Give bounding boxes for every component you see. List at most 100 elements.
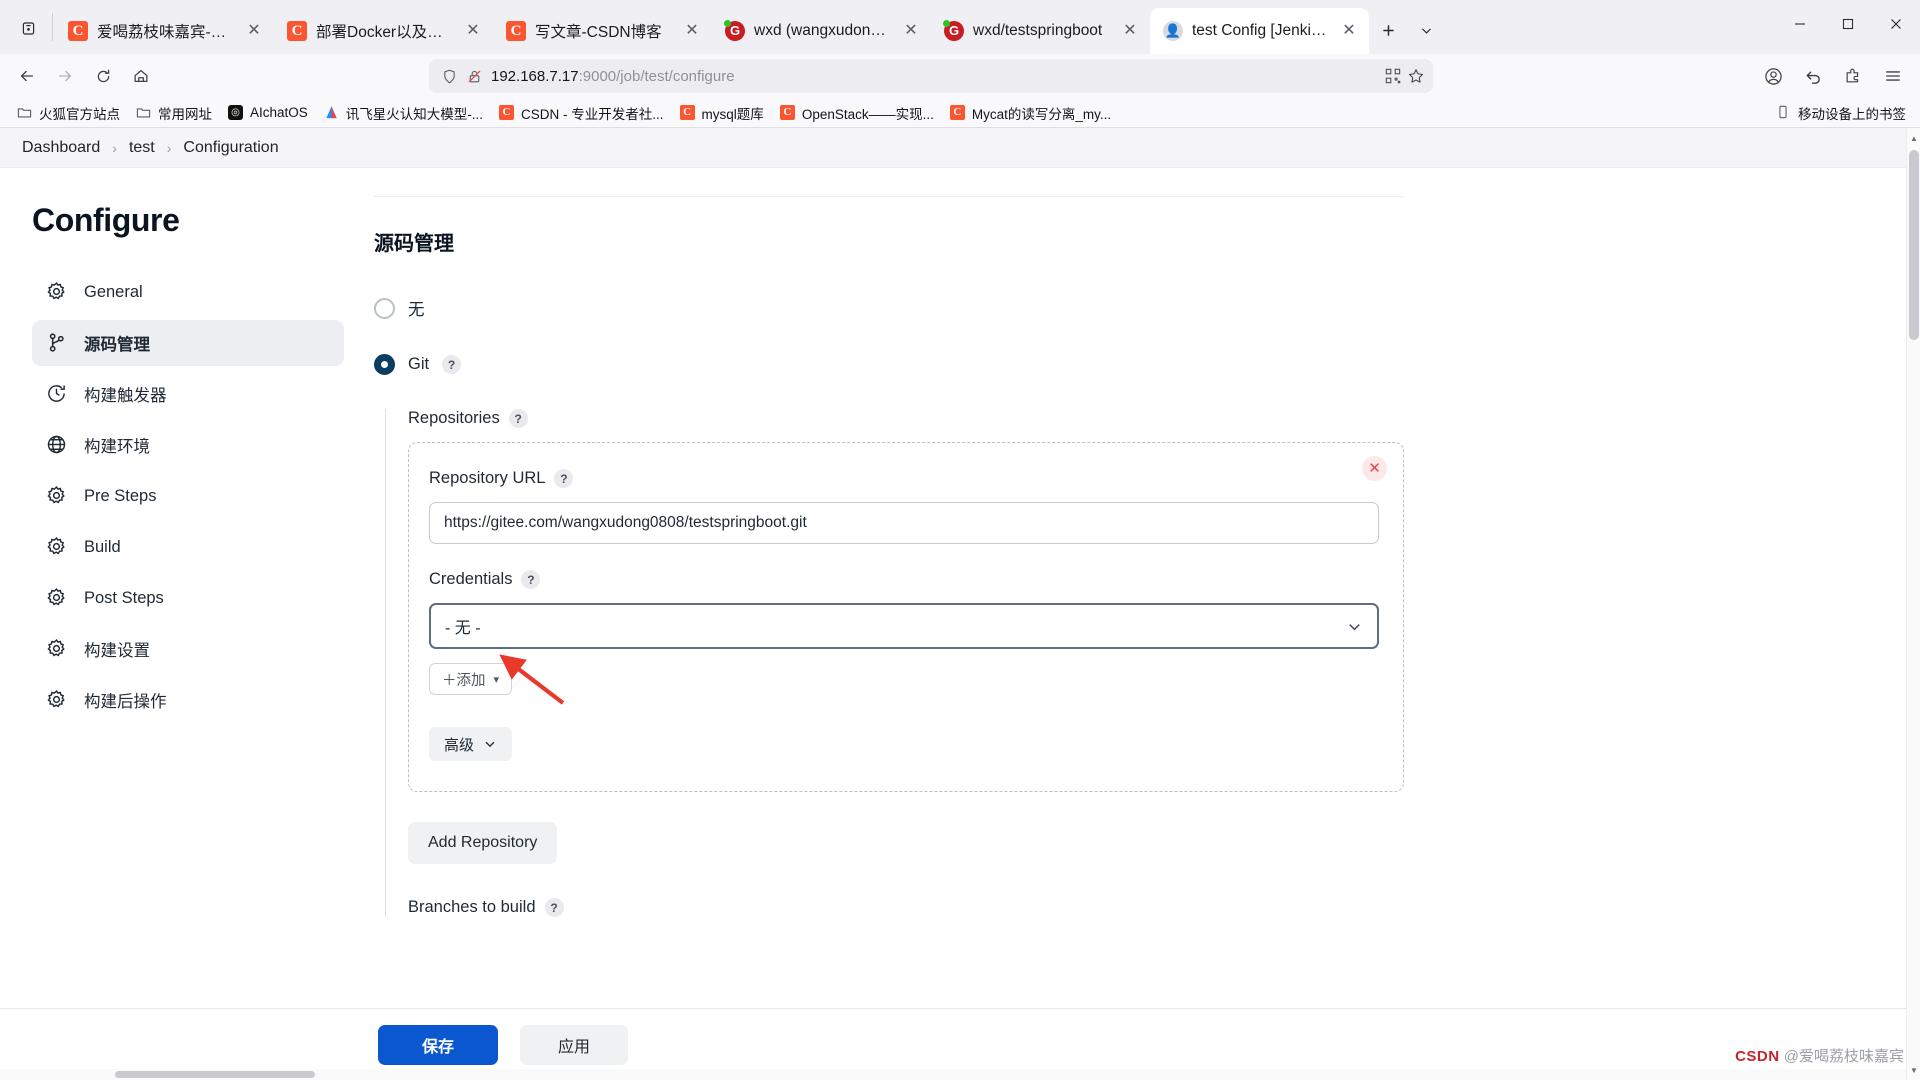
sidebar-item-scm[interactable]: 源码管理 [32,320,344,366]
help-icon[interactable]: ? [554,469,574,488]
browser-tab[interactable]: G wxd (wangxudong0808) - ✕ [712,8,931,54]
close-icon[interactable]: ✕ [900,20,922,42]
help-icon[interactable]: ? [508,409,528,428]
tab-title: 爱喝荔枝味嘉宾-CSDN博客 [97,24,234,41]
save-button[interactable]: 保存 [378,1024,499,1065]
bookmark-item[interactable]: C OpenStack——实现... [773,99,941,127]
bookmark-star-icon[interactable] [1407,67,1425,85]
scroll-down-arrow-icon[interactable]: ▼ [1907,1062,1920,1078]
caret-down-icon: ▾ [493,673,500,686]
forward-button[interactable] [47,58,83,94]
breadcrumb-dashboard[interactable]: Dashboard [22,139,100,157]
csdn-icon: C [779,104,796,121]
scroll-up-arrow-icon[interactable]: ▲ [1907,130,1920,146]
sidebar-item-label: 构建环境 [84,438,150,456]
bookmark-item[interactable]: C mysql题库 [673,99,771,127]
close-icon[interactable]: ✕ [1119,20,1141,42]
radio-button-selected[interactable] [374,354,395,375]
breadcrumb-test[interactable]: test [129,139,155,157]
horizontal-scrollbar[interactable] [0,1069,1920,1080]
browser-tab[interactable]: C 写文章-CSDN博客 ✕ [493,8,712,54]
sidebar-item-pre-steps[interactable]: Pre Steps [32,473,344,519]
list-all-tabs-button[interactable] [6,8,50,48]
tab-title: wxd/testspringboot [973,22,1103,39]
sidebar-item-post-build-actions[interactable]: 构建后操作 [32,677,344,723]
address-bar[interactable]: 192.168.7.17:9000/job/test/configure [429,59,1433,93]
gear-icon [46,536,68,558]
bookmark-label: OpenStack——实现... [801,106,934,122]
undo-icon[interactable] [1795,58,1831,94]
new-tab-button[interactable] [1369,11,1407,49]
close-icon[interactable]: ✕ [681,20,703,42]
help-icon[interactable]: ? [442,355,462,374]
sidebar-item-build-settings[interactable]: 构建设置 [32,626,344,672]
bookmark-item[interactable]: 讯飞星火认知大模型-... [317,99,490,127]
repository-url-input[interactable] [429,502,1379,544]
clock-icon [46,383,68,405]
home-button[interactable] [123,58,159,94]
tab-menu-chevron-down-icon[interactable] [1407,11,1445,49]
reload-button[interactable] [85,58,121,94]
delete-repository-button[interactable]: ✕ [1362,456,1387,481]
horizontal-scrollbar-thumb[interactable] [115,1071,315,1078]
jenkins-icon: 👤 [1163,21,1183,41]
sidebar-item-build-triggers[interactable]: 构建触发器 [32,371,344,417]
vertical-scrollbar[interactable]: ▲ ▼ [1906,128,1920,1080]
sidebar-item-build[interactable]: Build [32,524,344,570]
apply-button[interactable]: 应用 [520,1024,629,1065]
sidebar-item-label: 源码管理 [84,336,150,354]
browser-tab[interactable]: G wxd/testspringboot ✕ [931,8,1150,54]
mobile-bookmarks-item[interactable]: 移动设备上的书签 [1769,99,1910,127]
source-branch-icon [46,332,68,354]
sidebar-item-build-environment[interactable]: 构建环境 [32,422,344,468]
bookmark-item[interactable]: ◎ AIchatOS [221,101,315,125]
back-button[interactable] [9,58,45,94]
repositories-label-row: Repositories ? [408,409,1404,428]
bookmark-label: CSDN - 专业开发者社... [521,106,664,122]
browser-tab-active[interactable]: 👤 test Config [Jenkins] ✕ [1150,8,1369,54]
gear-icon [46,638,68,660]
vertical-scrollbar-thumb[interactable] [1909,150,1919,340]
tab-title: 写文章-CSDN博客 [535,24,662,41]
add-repository-button[interactable]: Add Repository [408,822,558,864]
browser-tab[interactable]: C 爱喝荔枝味嘉宾-CSDN博客 ✕ [55,8,274,54]
bookmark-label: Mycat的读写分离_my... [971,106,1112,122]
maximize-button[interactable] [1824,0,1872,48]
bookmark-item[interactable]: 火狐官方站点 [10,99,127,127]
minimize-button[interactable] [1776,0,1824,48]
scm-option-none[interactable]: 无 [374,296,1404,320]
account-icon[interactable] [1755,58,1791,94]
help-icon[interactable]: ? [544,898,564,917]
advanced-button[interactable]: 高级 [429,727,513,761]
chevron-down-icon [483,737,497,751]
close-icon[interactable]: ✕ [243,20,265,42]
configure-content: 源码管理 无 Git ? Repositories ? ✕ Repository… [362,168,1920,1080]
qrcode-icon[interactable] [1385,68,1401,84]
add-credentials-button[interactable]: ＋添加 ▾ [429,663,513,695]
sidebar-item-post-steps[interactable]: Post Steps [32,575,344,621]
bookmark-item[interactable]: 常用网址 [129,99,219,127]
add-credentials-label: ＋添加 [442,672,486,689]
extensions-icon[interactable] [1835,58,1871,94]
tab-list: C 爱喝荔枝味嘉宾-CSDN博客 ✕ C 部署Docker以及基础命令-C ✕ … [55,0,1369,54]
close-window-button[interactable] [1872,0,1920,48]
close-icon[interactable]: ✕ [1338,20,1360,42]
browser-tab[interactable]: C 部署Docker以及基础命令-C ✕ [274,8,493,54]
close-icon[interactable]: ✕ [462,20,484,42]
mobile-device-icon [1776,105,1792,121]
breadcrumb-configuration[interactable]: Configuration [183,139,278,157]
radio-button[interactable] [374,297,395,319]
credentials-select[interactable]: - 无 - [429,603,1379,649]
gear-icon [46,281,68,303]
sidebar-item-label: General [84,282,143,301]
gitee-icon: G [943,20,964,41]
bookmark-item[interactable]: C CSDN - 专业开发者社... [492,99,671,127]
sidebar-item-general[interactable]: General [32,269,344,315]
app-menu-icon[interactable] [1875,58,1911,94]
help-icon[interactable]: ? [521,570,541,589]
scm-option-git[interactable]: Git ? [374,354,1404,375]
browser-window: C 爱喝荔枝味嘉宾-CSDN博客 ✕ C 部署Docker以及基础命令-C ✕ … [0,0,1920,1080]
repository-url-label-row: Repository URL ? [429,469,1379,488]
credentials-label: Credentials [429,570,513,588]
bookmark-item[interactable]: C Mycat的读写分离_my... [943,99,1118,127]
